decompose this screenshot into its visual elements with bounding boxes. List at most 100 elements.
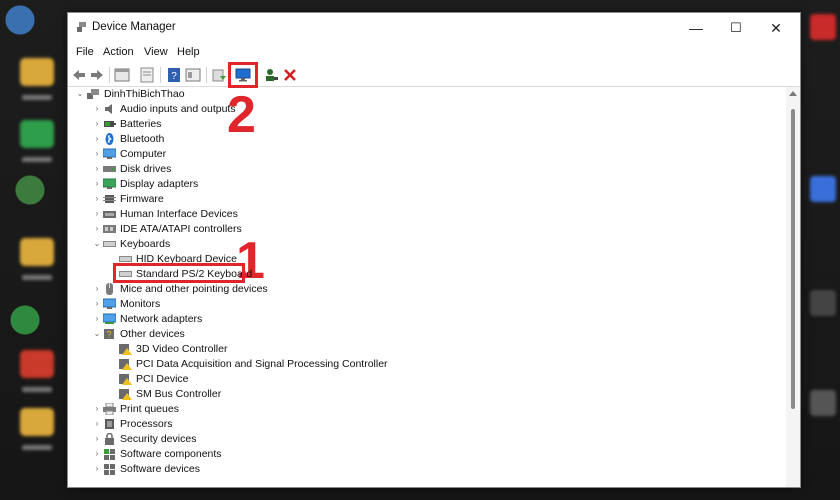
tree-category[interactable]: › IDE ATA/ATAPI controllers: [68, 222, 568, 237]
tree-category-label: IDE ATA/ATAPI controllers: [120, 223, 242, 235]
tree-category-label: Software components: [120, 448, 222, 460]
chevron-right-icon[interactable]: ›: [92, 149, 102, 159]
uninstall-device-icon[interactable]: [282, 67, 298, 83]
minimize-button[interactable]: —: [676, 17, 716, 39]
toolbar-separator: [109, 67, 110, 83]
tree-category[interactable]: › Bluetooth: [68, 132, 568, 147]
chevron-down-icon[interactable]: ⌄: [92, 239, 102, 249]
tree-category[interactable]: › Monitors: [68, 297, 568, 312]
mouse-icon: [106, 283, 113, 295]
tree-category-label: Other devices: [120, 328, 185, 340]
tree-category[interactable]: › Software components: [68, 447, 568, 462]
chevron-down-icon[interactable]: ⌄: [75, 89, 85, 99]
forward-icon[interactable]: [89, 67, 105, 83]
chevron-right-icon[interactable]: ›: [92, 209, 102, 219]
tree-category-label: Mice and other pointing devices: [120, 283, 268, 295]
chevron-right-icon[interactable]: ›: [92, 119, 102, 129]
menu-help[interactable]: Help: [177, 46, 200, 58]
tree-category[interactable]: › Security devices: [68, 432, 568, 447]
show-hide-console-icon[interactable]: [114, 67, 130, 83]
svg-text:?: ?: [171, 71, 177, 82]
tree-category[interactable]: ⌄ Keyboards: [68, 237, 568, 252]
tree-category[interactable]: › Display adapters: [68, 177, 568, 192]
chevron-right-icon[interactable]: ›: [92, 224, 102, 234]
tree-device-label: PCI Data Acquisition and Signal Processi…: [136, 358, 388, 370]
warning-device-icon: [119, 359, 132, 370]
tree-category[interactable]: › Mice and other pointing devices: [68, 282, 568, 297]
tree-device-label: 3D Video Controller: [136, 343, 228, 355]
chevron-right-icon[interactable]: ›: [92, 164, 102, 174]
tree-category[interactable]: › Computer: [68, 147, 568, 162]
battery-icon: [104, 121, 116, 127]
tree-category[interactable]: › Disk drives: [68, 162, 568, 177]
tree-device[interactable]: PCI Device: [68, 372, 568, 387]
tree-category[interactable]: › Batteries: [68, 117, 568, 132]
chevron-right-icon[interactable]: ›: [92, 449, 102, 459]
bluetooth-icon: [105, 133, 114, 145]
component-icon: [104, 449, 115, 460]
chevron-right-icon[interactable]: ›: [92, 314, 102, 324]
menu-view[interactable]: View: [144, 46, 168, 58]
tree-category[interactable]: › Firmware: [68, 192, 568, 207]
add-driver-icon[interactable]: [263, 67, 279, 83]
view-icon[interactable]: [185, 67, 201, 83]
warning-device-icon: [119, 344, 132, 355]
highlight-selected-keyboard: [113, 263, 245, 283]
chevron-right-icon[interactable]: ›: [92, 299, 102, 309]
title-bar: Device Manager — ☐ ✕: [68, 13, 800, 43]
tree-category-label: Firmware: [120, 193, 164, 205]
monitor-icon: [103, 298, 116, 309]
desktop-folder-icon: [20, 238, 54, 280]
tree-category-label: Disk drives: [120, 163, 172, 175]
maximize-button[interactable]: ☐: [716, 17, 756, 39]
chevron-right-icon[interactable]: ›: [92, 404, 102, 414]
close-button[interactable]: ✕: [756, 17, 796, 39]
menu-file[interactable]: File: [76, 46, 94, 58]
back-icon[interactable]: [71, 67, 87, 83]
desktop-app-icon: [810, 14, 836, 40]
chevron-down-icon[interactable]: ⌄: [92, 329, 102, 339]
tree-device[interactable]: PCI Data Acquisition and Signal Processi…: [68, 357, 568, 372]
update-driver-icon[interactable]: [211, 67, 227, 83]
tree-category[interactable]: › Software devices: [68, 462, 568, 477]
toolbar-separator: [160, 67, 161, 83]
tree-category-label: Network adapters: [120, 313, 203, 325]
desktop-folder-icon: [20, 58, 54, 100]
chevron-right-icon[interactable]: ›: [92, 179, 102, 189]
tree-device[interactable]: SM Bus Controller: [68, 387, 568, 402]
tree-device[interactable]: 3D Video Controller: [68, 342, 568, 357]
keyboard-icon: [103, 241, 116, 247]
tree-category-label: Computer: [120, 148, 167, 160]
chevron-right-icon[interactable]: ›: [92, 104, 102, 114]
menu-action[interactable]: Action: [103, 46, 134, 58]
chevron-right-icon[interactable]: ›: [92, 434, 102, 444]
tree-category[interactable]: › Network adapters: [68, 312, 568, 327]
properties-icon[interactable]: [139, 67, 155, 83]
device-manager-window: Device Manager — ☐ ✕ File Action View He…: [67, 12, 801, 488]
chevron-right-icon[interactable]: ›: [92, 419, 102, 429]
warning-device-icon: [119, 389, 132, 400]
chevron-right-icon[interactable]: ›: [92, 134, 102, 144]
tree-category-label: Keyboards: [120, 238, 171, 250]
chevron-right-icon[interactable]: ›: [92, 194, 102, 204]
tree-category-label: Security devices: [120, 433, 197, 445]
tree-root[interactable]: ⌄ DinhThiBichThao: [68, 87, 568, 102]
tree-category[interactable]: ⌄ ? Other devices: [68, 327, 568, 342]
tree-category[interactable]: › Human Interface Devices: [68, 207, 568, 222]
tree-device-label: SM Bus Controller: [136, 388, 222, 400]
unknown-device-icon: ?: [104, 329, 114, 340]
tree-category[interactable]: › Processors: [68, 417, 568, 432]
scrollbar-thumb[interactable]: [791, 109, 795, 409]
display-adapter-icon: [103, 178, 116, 189]
tree-category[interactable]: › Print queues: [68, 402, 568, 417]
tree-category[interactable]: › Audio inputs and outputs: [68, 102, 568, 117]
vertical-scrollbar[interactable]: [786, 87, 800, 487]
scroll-up-icon[interactable]: [789, 91, 797, 96]
help-icon[interactable]: ?: [166, 67, 182, 83]
tree-category-label: Batteries: [120, 118, 162, 130]
highlight-scan-button: [228, 62, 258, 88]
tree-category-label: Software devices: [120, 463, 200, 475]
chevron-right-icon[interactable]: ›: [92, 284, 102, 294]
chevron-right-icon[interactable]: ›: [92, 464, 102, 474]
processor-icon: [105, 419, 114, 429]
